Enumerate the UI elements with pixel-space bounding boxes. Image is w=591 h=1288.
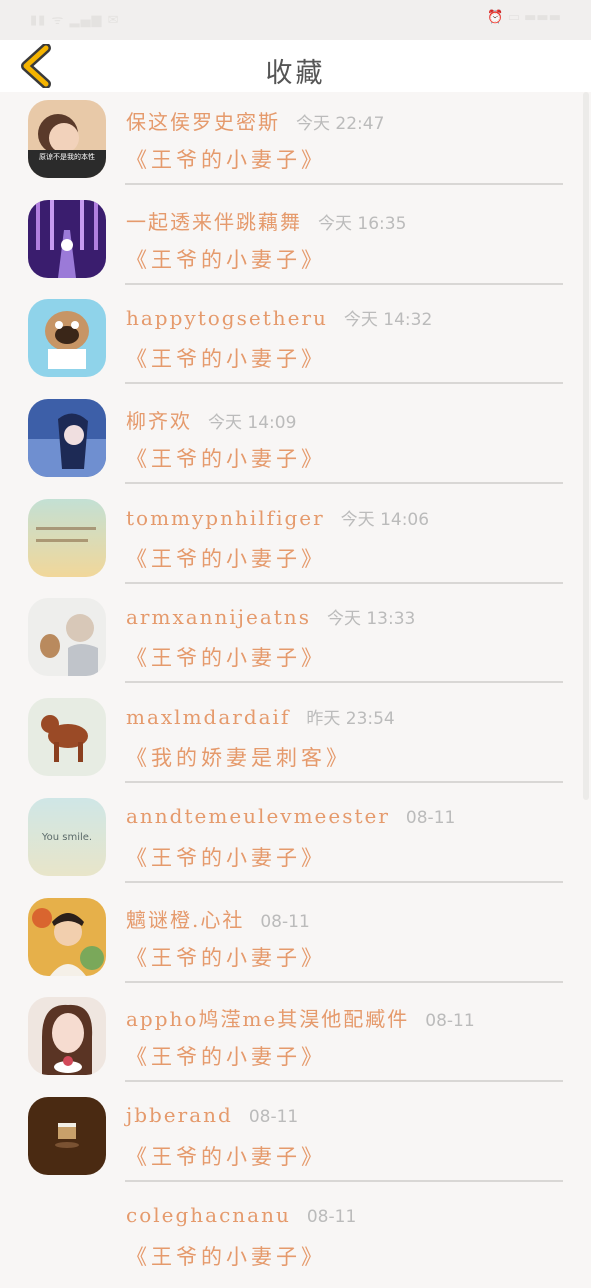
- work-title[interactable]: 《王爷的小妻子》: [126, 244, 326, 274]
- work-title[interactable]: 《王爷的小妻子》: [126, 642, 326, 672]
- username: coleghacnanu: [126, 1202, 291, 1227]
- avatar[interactable]: [28, 997, 106, 1076]
- avatar[interactable]: [28, 498, 106, 577]
- work-title[interactable]: 《王爷的小妻子》: [126, 942, 326, 972]
- list-item[interactable]: coleghacnanu 08-11 《王爷的小妻子》: [0, 1189, 591, 1288]
- username: armxannijeatns: [126, 605, 311, 630]
- favorites-list: 原谅不是我的本性 保这侯罗史密斯 今天 22:47 《王爷的小妻子》 一起透来伴跳…: [0, 92, 591, 1288]
- signal-indicators: ▮▮ ᯤ ▂▄▆ ✉: [30, 13, 120, 28]
- scrollbar[interactable]: [583, 92, 589, 800]
- work-title[interactable]: 《王爷的小妻子》: [126, 543, 326, 573]
- list-item[interactable]: You smile. anndtemeulevmeester 08-11 《王爷的…: [0, 790, 591, 890]
- list-item[interactable]: 一起透来伴跳藕舞 今天 16:35 《王爷的小妻子》: [0, 192, 591, 292]
- username: anndtemeulevmeester: [126, 803, 390, 828]
- username: maxlmdardaif: [126, 705, 291, 730]
- work-title[interactable]: 《王爷的小妻子》: [126, 443, 326, 473]
- avatar[interactable]: [28, 199, 106, 278]
- username: 一起透来伴跳藕舞: [126, 209, 302, 234]
- divider: [125, 482, 563, 485]
- divider: [125, 581, 563, 584]
- avatar-caption: 原谅不是我的本性: [39, 152, 95, 161]
- avatar[interactable]: [28, 698, 106, 777]
- page-title: 收藏: [265, 58, 326, 89]
- battery-indicators: ⏰ ▭ ▬▬▬: [487, 10, 561, 25]
- divider: [125, 880, 563, 883]
- timestamp: 今天 14:09: [208, 413, 297, 434]
- divider: [125, 382, 563, 385]
- timestamp: 08-11: [260, 911, 310, 932]
- avatar[interactable]: [28, 399, 106, 478]
- username: jbberand: [126, 1102, 233, 1127]
- username: tommypnhilfiger: [126, 505, 325, 530]
- avatar-caption: You smile.: [41, 832, 92, 843]
- timestamp: 今天 22:47: [296, 114, 385, 134]
- list-item[interactable]: jbberand 08-11 《王爷的小妻子》: [0, 1089, 591, 1189]
- work-title[interactable]: 《王爷的小妻子》: [126, 842, 326, 872]
- work-title[interactable]: 《我的娇妻是刺客》: [126, 742, 351, 772]
- timestamp: 今天 14:06: [340, 509, 430, 530]
- avatar[interactable]: [28, 897, 106, 976]
- username: appho鸠滢me其淏他配臧件: [126, 1007, 410, 1032]
- nav-bar: 收藏: [0, 40, 591, 92]
- timestamp: 08-11: [405, 807, 456, 828]
- divider: [125, 1080, 563, 1083]
- list-item[interactable]: happytogsetheru 今天 14:32 《王爷的小妻子》: [0, 291, 591, 391]
- username: 柳齐欢: [126, 409, 192, 434]
- divider: [125, 1179, 563, 1182]
- work-title[interactable]: 《王爷的小妻子》: [126, 1141, 326, 1171]
- status-bar: ▮▮ ᯤ ▂▄▆ ✉ ⏰ ▭ ▬▬▬: [0, 0, 591, 40]
- work-title[interactable]: 《王爷的小妻子》: [126, 1241, 326, 1271]
- timestamp: 08-11: [248, 1106, 299, 1127]
- work-title[interactable]: 《王爷的小妻子》: [126, 144, 326, 174]
- list-item[interactable]: 柳齐欢 今天 14:09 《王爷的小妻子》: [0, 391, 591, 491]
- avatar[interactable]: [28, 1197, 106, 1275]
- divider: [125, 183, 563, 185]
- list-item[interactable]: maxlmdardaif 昨天 23:54 《我的娇妻是刺客》: [0, 690, 591, 790]
- avatar[interactable]: 原谅不是我的本性: [28, 100, 106, 178]
- avatar[interactable]: [28, 299, 106, 378]
- username: happytogsetheru: [126, 306, 328, 331]
- timestamp: 08-11: [425, 1011, 475, 1032]
- username: 保这侯罗史密斯: [126, 110, 280, 134]
- list-item[interactable]: 原谅不是我的本性 保这侯罗史密斯 今天 22:47 《王爷的小妻子》: [0, 92, 591, 192]
- avatar[interactable]: [28, 598, 106, 677]
- avatar[interactable]: You smile.: [28, 797, 106, 876]
- avatar[interactable]: [28, 1096, 106, 1175]
- list-item[interactable]: armxannijeatns 今天 13:33 《王爷的小妻子》: [0, 590, 591, 690]
- timestamp: 今天 13:33: [326, 609, 416, 630]
- timestamp: 今天 14:32: [343, 310, 433, 331]
- username: 魑谜橙.心社: [126, 907, 245, 932]
- divider: [125, 781, 563, 784]
- divider: [125, 681, 563, 684]
- divider: [125, 282, 563, 285]
- list-item[interactable]: appho鸠滢me其淏他配臧件 08-11 《王爷的小妻子》: [0, 989, 591, 1089]
- list-item[interactable]: 魑谜橙.心社 08-11 《王爷的小妻子》: [0, 890, 591, 990]
- timestamp: 今天 16:35: [318, 213, 407, 234]
- work-title[interactable]: 《王爷的小妻子》: [126, 1041, 326, 1071]
- list-item[interactable]: tommypnhilfiger 今天 14:06 《王爷的小妻子》: [0, 491, 591, 591]
- divider: [125, 980, 563, 983]
- work-title[interactable]: 《王爷的小妻子》: [126, 343, 326, 373]
- timestamp: 08-11: [306, 1206, 357, 1227]
- timestamp: 昨天 23:54: [306, 709, 395, 730]
